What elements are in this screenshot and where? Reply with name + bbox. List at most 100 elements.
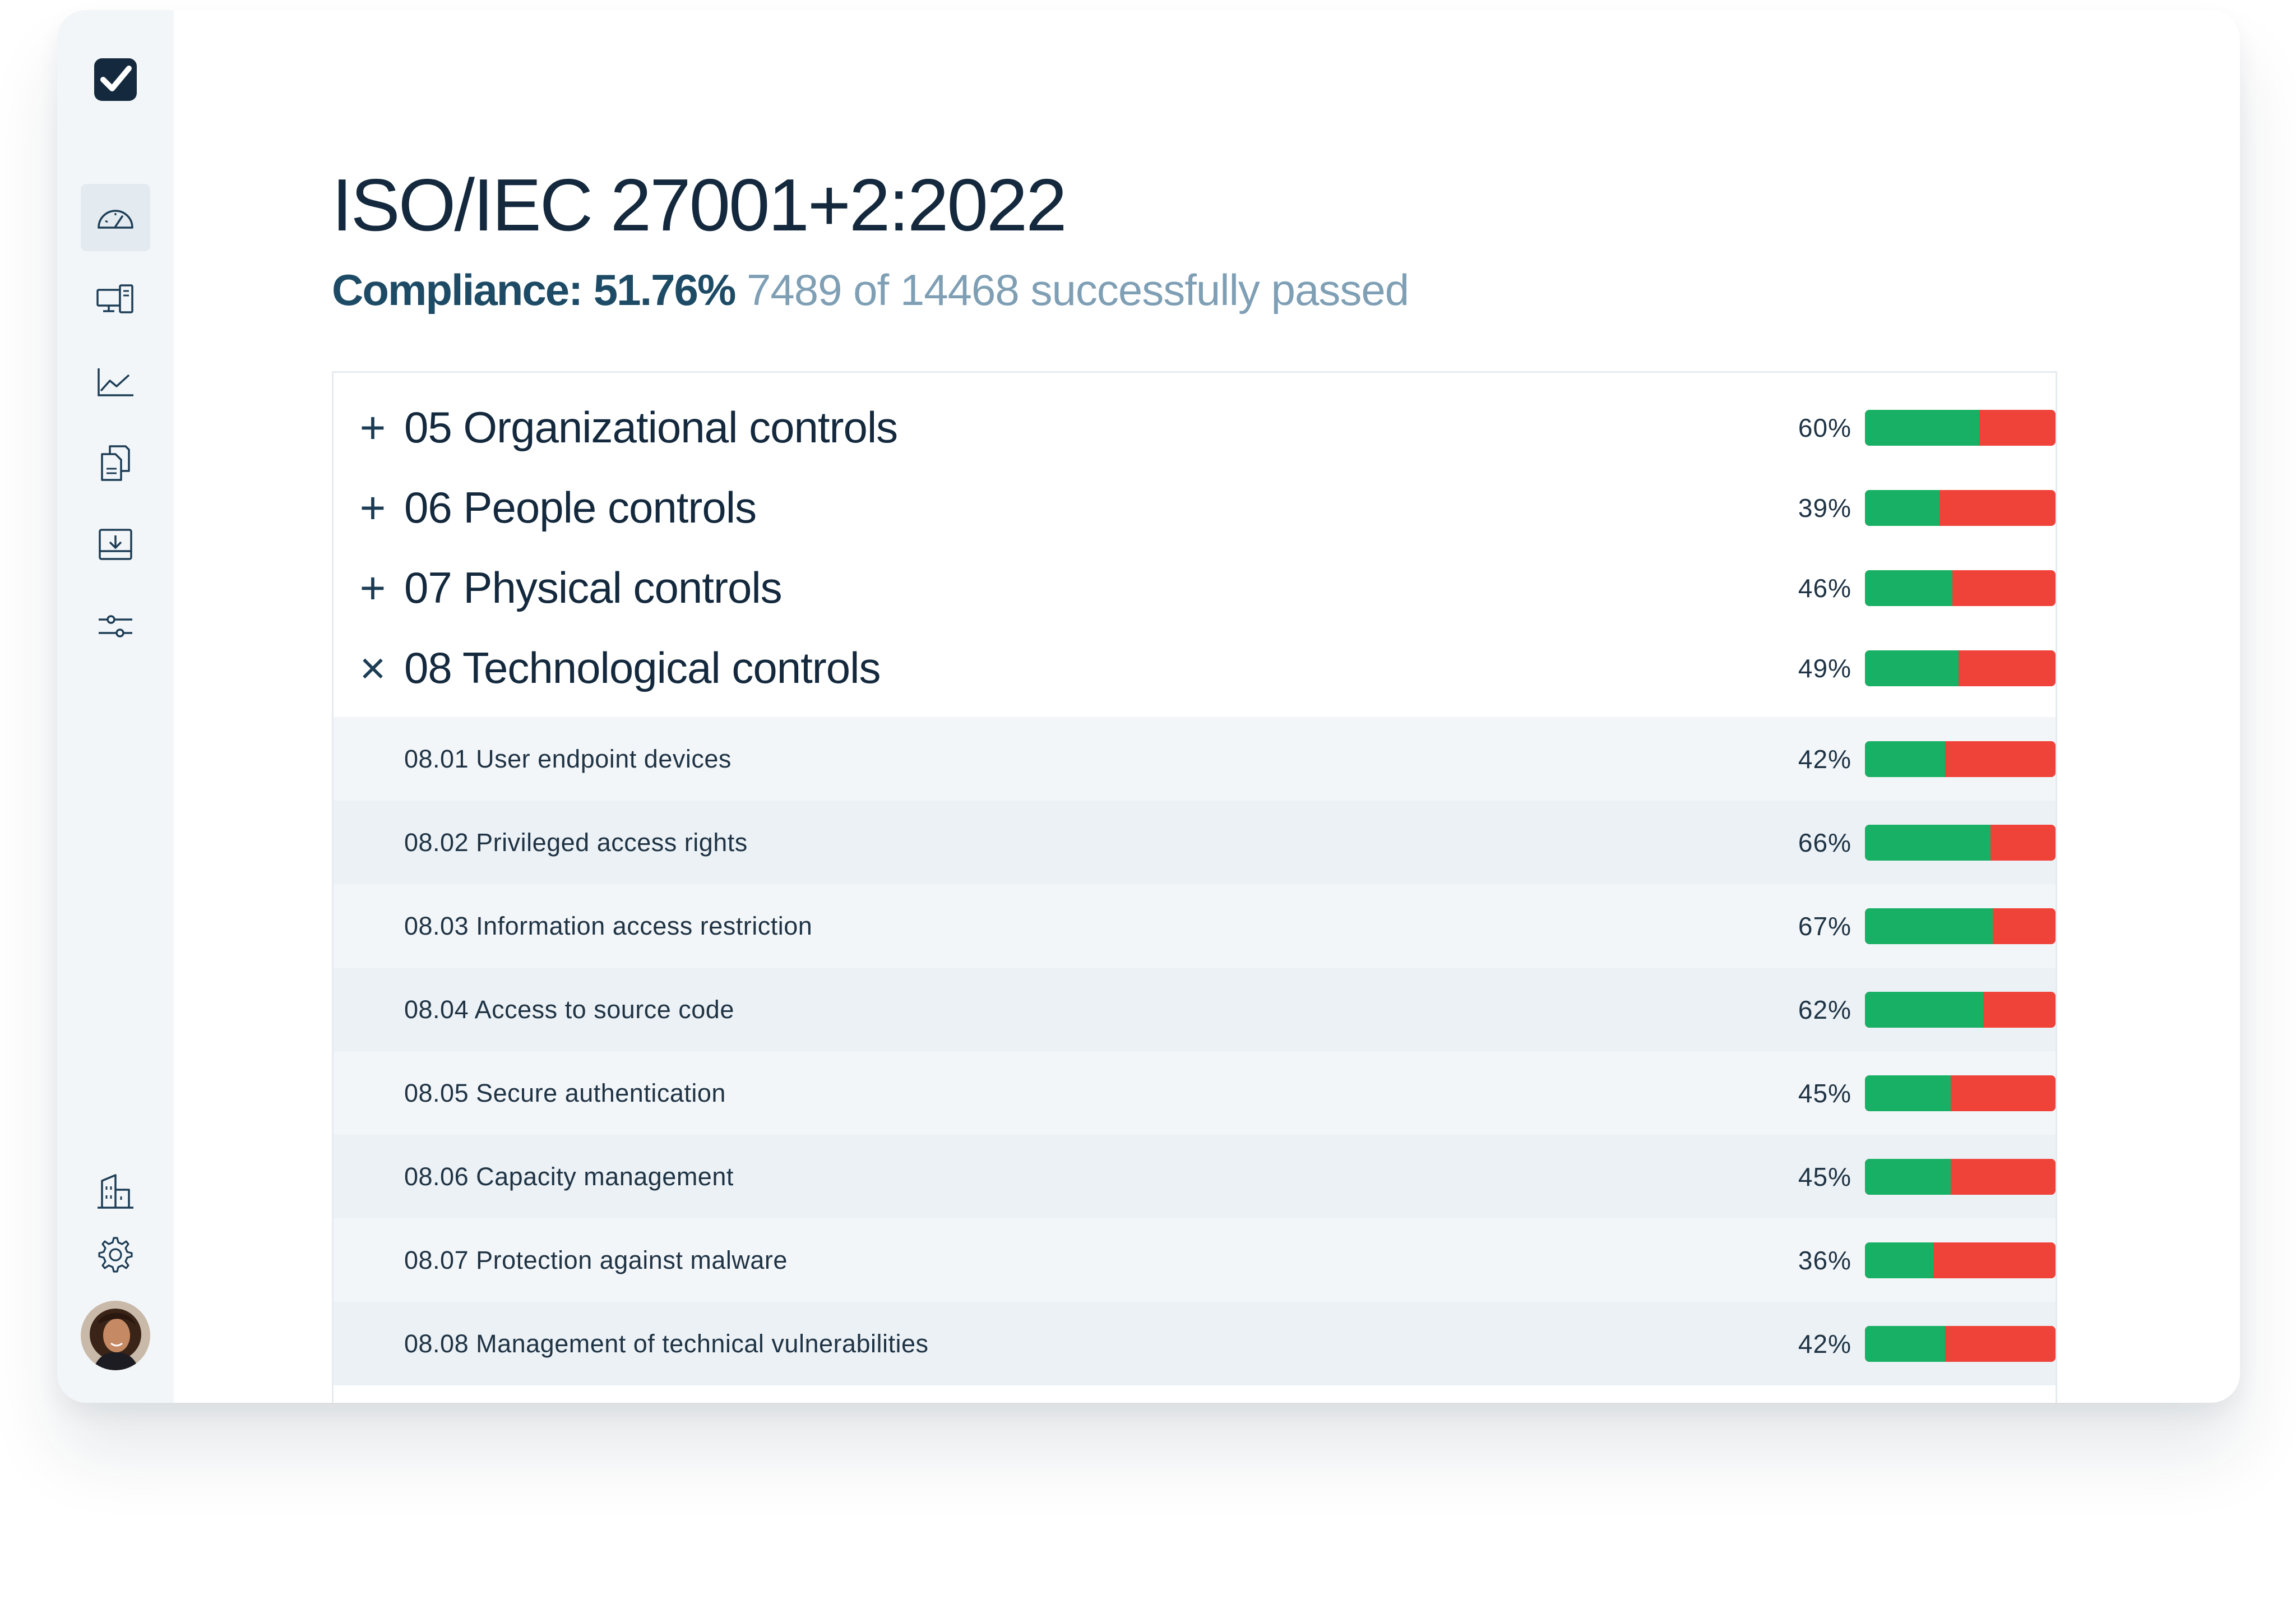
subcontrol-label: 08.06 Capacity management (404, 1162, 734, 1191)
sidebar (57, 10, 174, 1403)
expand-icon[interactable]: + (356, 405, 390, 450)
progress-pass-fill (1865, 570, 1953, 606)
subcontrol-row[interactable]: 08.01 User endpoint devices 42% (334, 717, 2056, 801)
passed-count: 7489 of 14468 successfully passed (746, 265, 1409, 315)
gear-icon (98, 1237, 133, 1273)
controls-panel: +05 Organizational controls 60% +06 People… (332, 371, 2057, 1403)
avatar[interactable] (81, 1301, 150, 1370)
control-group-percent: 49% (1798, 653, 1851, 683)
progress-pass-fill (1865, 741, 1945, 777)
control-group-row[interactable]: +06 People controls 39% (334, 468, 2056, 548)
control-group-row[interactable]: +07 Physical controls 46% (334, 548, 2056, 628)
subcontrol-label: 08.08 Management of technical vulnerabil… (404, 1329, 929, 1358)
control-groups: +05 Organizational controls 60% +06 People… (334, 373, 2056, 717)
progress-pass-fill (1865, 650, 1959, 686)
progress-pass-fill (1865, 489, 1939, 526)
checkbox-logo-icon[interactable] (93, 57, 138, 102)
sidebar-item-reports[interactable] (81, 348, 150, 415)
progress-fail-fill (1939, 489, 2056, 526)
subcontrol-label: 08.01 User endpoint devices (404, 744, 732, 773)
subcontrol-label: 08.04 Access to source code (404, 995, 734, 1024)
subcontrol-row[interactable]: 08.07 Protection against malware 36% (334, 1218, 2056, 1302)
sliders-icon (99, 615, 132, 637)
control-group-label: 05 Organizational controls (404, 403, 898, 452)
progress-pass-fill (1865, 1242, 1934, 1278)
subcontrol-row[interactable]: 08.04 Access to source code 62% (334, 968, 2056, 1051)
control-group-percent: 46% (1798, 573, 1851, 603)
subcontrol-percent: 62% (1798, 995, 1851, 1024)
subcontrol-progress-bar (1865, 908, 2056, 944)
app-window: ISO/IEC 27001+2:2022 Compliance: 51.76% … (57, 10, 2240, 1403)
subcontrol-progress-bar (1865, 1158, 2056, 1195)
collapse-icon[interactable]: × (356, 645, 390, 690)
progress-fail-fill (1983, 991, 2056, 1028)
expand-icon[interactable]: + (356, 565, 390, 610)
expand-icon[interactable]: + (356, 485, 390, 530)
control-group-label: 07 Physical controls (404, 563, 783, 612)
documents-icon (101, 445, 130, 481)
sidebar-item-organization[interactable] (81, 1157, 150, 1224)
control-group-progress-bar (1865, 489, 2056, 526)
control-group-progress-bar (1865, 570, 2056, 606)
page-title: ISO/IEC 27001+2:2022 (332, 164, 1067, 246)
progress-fail-fill (1945, 741, 2056, 777)
sidebar-item-downloads[interactable] (81, 511, 150, 578)
sidebar-item-devices[interactable] (81, 266, 150, 334)
progress-fail-fill (1952, 570, 2056, 606)
sidebar-item-documents[interactable] (81, 429, 150, 497)
subcontrol-label: 08.02 Privileged access rights (404, 828, 748, 857)
subcontrol-progress-bar (1865, 824, 2056, 861)
subcontrol-progress-bar (1865, 1075, 2056, 1111)
progress-pass-fill (1865, 991, 1983, 1028)
subcontrol-percent: 66% (1798, 828, 1851, 857)
subcontrol-progress-bar (1865, 1242, 2056, 1278)
sidebar-item-settings[interactable] (81, 1221, 150, 1288)
main-content: ISO/IEC 27001+2:2022 Compliance: 51.76% … (174, 10, 2240, 1403)
control-group-progress-bar (1865, 650, 2056, 686)
control-group-row[interactable]: × 08 Technological controls 49% (334, 628, 2056, 708)
subcontrol-row[interactable]: 08.03 Information access restriction 67% (334, 884, 2056, 968)
line-chart-icon (98, 368, 133, 396)
control-group-percent: 60% (1798, 413, 1851, 442)
subcontrol-percent: 45% (1798, 1162, 1851, 1191)
subcontrol-percent: 45% (1798, 1078, 1851, 1108)
subcontrol-row[interactable]: 08.06 Capacity management 45% (334, 1135, 2056, 1218)
sidebar-item-dashboard[interactable] (81, 184, 150, 251)
subcontrol-row[interactable]: 08.05 Secure authentication 45% (334, 1051, 2056, 1135)
progress-pass-fill (1865, 409, 1979, 446)
progress-fail-fill (1979, 409, 2056, 446)
devices-icon (96, 284, 133, 313)
subcontrol-label: 08.03 Information access restriction (404, 911, 813, 940)
control-group-label: 08 Technological controls (404, 643, 881, 692)
progress-fail-fill (1992, 908, 2056, 944)
subcontrol-label: 08.07 Protection against malware (404, 1245, 788, 1274)
subcontrol-row[interactable]: 08.02 Privileged access rights 66% (334, 801, 2056, 884)
progress-pass-fill (1865, 908, 1993, 944)
progress-pass-fill (1865, 1158, 1951, 1195)
building-icon (98, 1174, 133, 1209)
subcontrol-percent: 67% (1798, 911, 1851, 941)
progress-fail-fill (1958, 650, 2056, 686)
subcontrol-label: 08.05 Secure authentication (404, 1078, 726, 1107)
subcontrol-progress-bar (1865, 991, 2056, 1028)
progress-fail-fill (1991, 824, 2056, 861)
progress-pass-fill (1865, 1325, 1945, 1362)
progress-fail-fill (1951, 1075, 2056, 1111)
progress-fail-fill (1945, 1325, 2056, 1362)
subcontrol-progress-bar (1865, 1325, 2056, 1362)
control-group-label: 06 People controls (404, 483, 757, 532)
subcontrol-row[interactable]: 08.08 Management of technical vulnerabil… (334, 1302, 2056, 1385)
control-group-percent: 39% (1798, 493, 1851, 523)
user-avatar (81, 1301, 150, 1370)
subcontrol-progress-bar (1865, 741, 2056, 777)
control-group-progress-bar (1865, 409, 2056, 446)
progress-fail-fill (1933, 1242, 2056, 1278)
download-tray-icon (99, 529, 132, 560)
control-group-row[interactable]: +05 Organizational controls 60% (334, 387, 2056, 468)
dashboard-gauge-icon (98, 210, 133, 229)
sidebar-item-settings-filters[interactable] (81, 593, 150, 660)
progress-pass-fill (1865, 1075, 1951, 1111)
progress-pass-fill (1865, 824, 1991, 861)
progress-fail-fill (1951, 1158, 2056, 1195)
compliance-value: 51.76% (593, 265, 737, 315)
